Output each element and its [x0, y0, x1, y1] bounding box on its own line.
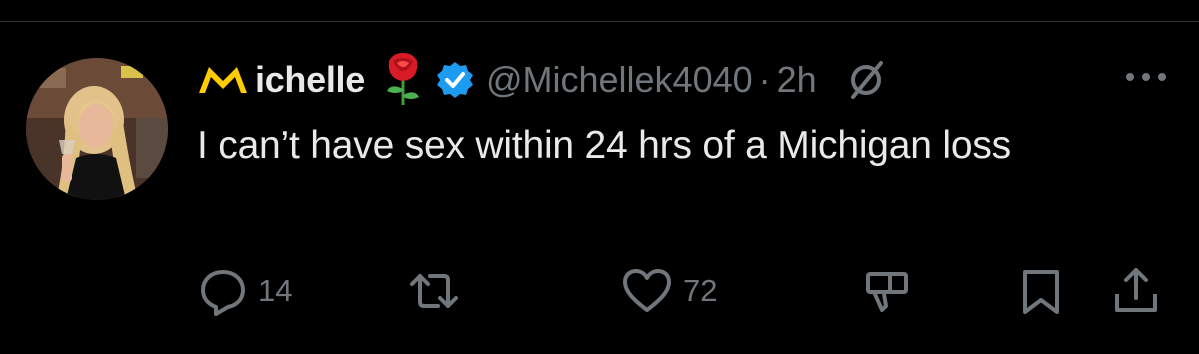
share-button[interactable]	[1109, 264, 1163, 318]
bookmark-icon	[1023, 270, 1059, 314]
reply-count: 14	[258, 273, 293, 308]
verified-badge-icon[interactable]	[435, 60, 475, 100]
avatar[interactable]	[26, 58, 168, 200]
tweet-header: ichelle @Michellek4040 · 2h	[197, 53, 887, 105]
reply-icon	[201, 270, 245, 316]
share-icon	[1115, 268, 1157, 312]
like-button[interactable]: 72	[619, 264, 717, 318]
retweet-button[interactable]	[406, 264, 470, 318]
top-divider	[0, 21, 1199, 22]
like-count: 72	[683, 273, 718, 308]
more-icon[interactable]	[1124, 69, 1168, 85]
display-name[interactable]: ichelle	[255, 59, 365, 101]
avatar-photo	[26, 58, 168, 200]
separator-dot: ·	[758, 59, 771, 100]
retweet-icon	[410, 274, 458, 308]
action-bar: 14 72	[0, 264, 1199, 318]
user-handle[interactable]: @Michellek4040	[486, 59, 753, 101]
dislike-button[interactable]	[860, 264, 914, 318]
reply-button[interactable]: 14	[196, 264, 292, 318]
timestamp[interactable]: 2h	[777, 59, 817, 101]
dislike-icon	[866, 272, 908, 312]
grok-icon[interactable]	[845, 59, 887, 101]
rose-emoji-icon	[386, 53, 419, 105]
tweet-text: I can’t have sex within 24 hrs of a Mich…	[197, 124, 1011, 167]
heart-icon	[623, 269, 671, 312]
bookmark-button[interactable]	[1017, 264, 1065, 318]
block-m-logo-icon	[199, 67, 247, 93]
